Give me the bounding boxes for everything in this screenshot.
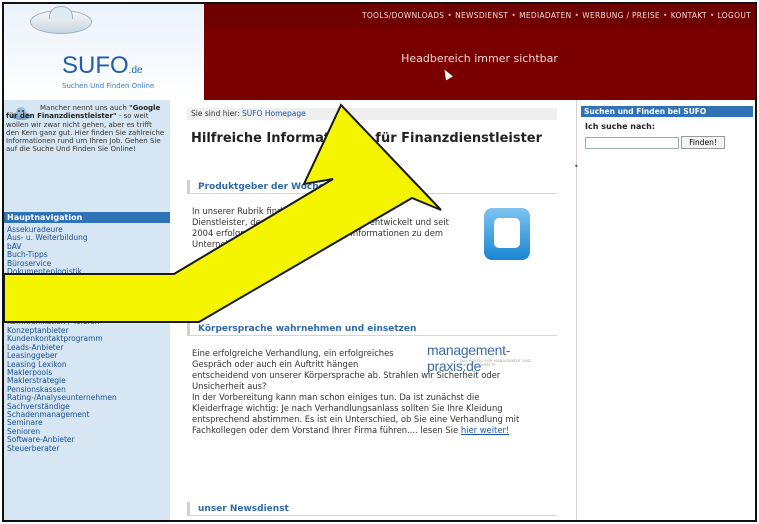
header-banner: Headbereich immer sichtbar (204, 28, 755, 100)
top-nav-tools-downloads[interactable]: TOOLS/DOWNLOADS (362, 11, 444, 20)
search-box-heading: Suchen und Finden bei SUFO (581, 106, 753, 117)
breadcrumb-prefix: Sie sind hier: (191, 109, 243, 118)
section-heading-produktgeber[interactable]: Produktgeber der Woche (187, 180, 557, 194)
text-line: Unternehmen finden Sie hier. (192, 239, 315, 249)
nav-item[interactable]: Dokumentenlogistik (7, 267, 117, 276)
text-line: entscheidend von unserer Körpersprache a… (192, 370, 501, 380)
text-line: Eine erfolgreiche Verhandlung, ein erfol… (192, 348, 394, 358)
text-line: entsprechend abstimmen. Es ist ein Unter… (192, 414, 520, 424)
left-sidebar: Mancher nennt uns auch "Google für den F… (4, 100, 170, 520)
section-heading-newsdienst[interactable]: unser Newsdienst (187, 502, 557, 516)
text-line: 2004 erfolgreich vermarktet. Weitere Inf… (192, 228, 444, 238)
search-button[interactable]: Finden! (681, 136, 725, 149)
top-nav-werbung-preise[interactable]: WERBUNG / PREISE (582, 11, 660, 20)
logo-name: SUFO (62, 52, 129, 79)
separator: • (662, 11, 668, 20)
ufo-dome-icon (49, 6, 73, 19)
main-nav-list: Assekuradeure Aus- u. Weiterbildung bAV … (7, 225, 117, 453)
main-nav-heading: Hauptnavigation (4, 212, 170, 223)
top-nav-kontakt[interactable]: KONTAKT (671, 11, 707, 20)
logo-tld: .de (128, 65, 143, 76)
nav-item[interactable]: Steuerberater (7, 444, 117, 453)
section2-text: Eine erfolgreiche Verhandlung, ein erfol… (192, 348, 519, 436)
bullet-marker: • (574, 162, 579, 171)
logo-link[interactable]: SUFO.de Suchen Und Finden Online (4, 4, 204, 100)
site-logo: SUFO.de (62, 52, 143, 80)
intro-text: Mancher nennt uns auch "Google für den F… (6, 104, 166, 154)
top-nav-mediadaten[interactable]: MEDIADATEN (519, 11, 571, 20)
banner-text: Headbereich immer sichtbar (401, 52, 558, 65)
main-content: Sie sind hier: SUFO Homepage Hilfreiche … (187, 100, 557, 520)
separator: • (447, 11, 453, 20)
top-nav-newsdienst[interactable]: NEWSDIENST (455, 11, 508, 20)
breadcrumb-home-link[interactable]: SUFO Homepage (242, 109, 306, 118)
thumb-hand-shape (494, 218, 520, 248)
text-line: Dienstleister, der verkaufsfördernde Too… (192, 217, 449, 227)
breadcrumb: Sie sind hier: SUFO Homepage (187, 108, 557, 120)
section1-text: In unserer Rubrik finden Sie jede Woche … (192, 206, 449, 250)
top-nav-logout[interactable]: LOGOUT (718, 11, 751, 20)
text-line: In unserer Rubrik finden Sie jede Woche … (192, 206, 386, 216)
text-line: Unsicherheit aus? (192, 381, 267, 391)
intro-lead: Mancher nennt uns auch (40, 104, 130, 112)
text-line: Gespräch oder auch ein Auftritt hängen (192, 359, 359, 369)
separator: • (574, 11, 580, 20)
text-line: Kleiderfrage wichtig: Je nach Verhandlun… (192, 403, 503, 413)
separator: • (709, 11, 715, 20)
text-line: Fachkollegen oder dem Vorstand Ihrer Fir… (192, 425, 519, 436)
thumbs-up-icon[interactable] (484, 208, 530, 260)
page-title: Hilfreiche Informationen für Finanzdiens… (191, 131, 543, 146)
section-heading-koerpersprache[interactable]: Körpersprache wahrnehmen und einsetzen (187, 322, 557, 336)
search-input[interactable] (585, 137, 679, 149)
search-label: Ich suche nach: (585, 122, 656, 131)
read-more-link[interactable]: hier weiter! (461, 425, 509, 435)
last-line-text: Fachkollegen oder dem Vorstand Ihrer Fir… (192, 425, 461, 435)
right-sidebar: Suchen und Finden bei SUFO Ich suche nac… (574, 100, 755, 520)
top-nav: TOOLS/DOWNLOADS • NEWSDIENST • MEDIADATEN • WE… (362, 11, 751, 20)
logo-tagline: Suchen Und Finden Online (62, 82, 155, 90)
nav-item[interactable]: Aus- u. Weiterbildung (7, 233, 117, 242)
nav-item[interactable] (7, 276, 117, 284)
separator: • (511, 11, 517, 20)
browser-viewport: TOOLS/DOWNLOADS • NEWSDIENST • MEDIADATEN • WE… (2, 2, 757, 522)
text-line: In der Vorbereitung kann man schon einig… (192, 392, 480, 402)
